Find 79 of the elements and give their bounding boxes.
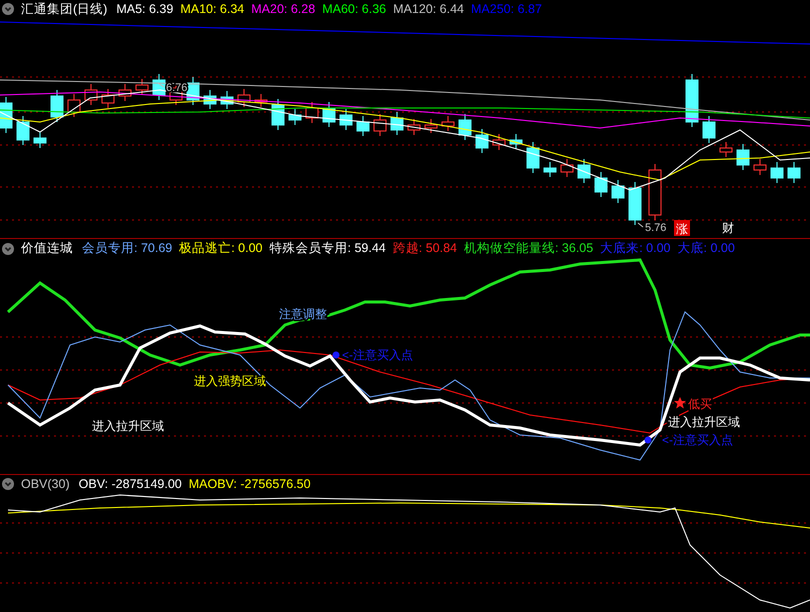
legend-value: OBV: -2875149.00: [78, 476, 182, 490]
price-label: 5.76: [645, 222, 666, 234]
leader-line: [638, 222, 644, 228]
dropdown-icon[interactable]: [2, 478, 14, 490]
buy-point-icon: [332, 352, 340, 358]
candlestick: [612, 180, 624, 204]
candlestick: [356, 116, 370, 136]
candlestick: [16, 116, 30, 146]
signal-label: 进入强势区域: [194, 374, 266, 388]
signal-label: <-注意买入点: [342, 348, 414, 362]
legend-value: MAOBV: -2756576.50: [188, 476, 311, 490]
candlestick: [50, 90, 64, 122]
legend-value: 大底来: 0.00: [600, 240, 670, 257]
star-icon: [674, 397, 686, 408]
candlestick: [118, 84, 132, 102]
indicator-title: 汇通集团(日线): [21, 0, 108, 18]
candlestick: [254, 94, 268, 108]
candlestick: [152, 74, 166, 100]
legend-value: MA20: 6.28: [251, 2, 316, 16]
candlestick: [136, 78, 148, 96]
candlestick: [68, 94, 80, 118]
candlestick: [628, 182, 642, 226]
candlestick: [736, 144, 750, 170]
signal-label: <-注意买入点: [662, 433, 734, 447]
candlestick: [0, 96, 12, 134]
candlestick: [458, 114, 472, 140]
signal-label: 财: [722, 221, 734, 235]
candlestick: [374, 114, 386, 136]
candlestick: [578, 158, 590, 184]
dropdown-icon[interactable]: [2, 242, 14, 254]
legend-value: 跨越: 50.84: [392, 240, 457, 257]
candlestick: [544, 162, 556, 178]
legend-value: MA5: 6.39: [116, 2, 174, 16]
candlestick: [220, 90, 234, 110]
candlestick: [594, 172, 608, 198]
legend-value: 大底: 0.00: [678, 240, 735, 257]
legend-value: 特殊会员专用: 59.44: [270, 240, 386, 257]
legend-value: 极品逃亡: 0.00: [179, 240, 263, 257]
candlestick: [272, 98, 284, 130]
legend-value: 机构做空能量线: 36.05: [464, 240, 594, 257]
candlestick: [204, 90, 216, 110]
candlestick: [754, 158, 766, 176]
legend-value: MA250: 6.87: [471, 2, 542, 16]
legend-value: MA60: 6.36: [322, 2, 386, 16]
legend-value: 会员专用: 70.69: [82, 240, 172, 257]
candlestick: [238, 88, 250, 108]
candlestick: [686, 74, 698, 128]
indicator-title: 价值连城: [21, 240, 73, 257]
candlestick: [34, 132, 46, 148]
candlestick: [322, 102, 336, 128]
buy-point-icon: [644, 436, 652, 444]
candlestick: [702, 116, 716, 144]
candlestick: [476, 128, 488, 154]
candlestick: [648, 164, 662, 220]
candlestick: [186, 76, 200, 106]
candlestick: [408, 118, 420, 136]
candlestick: [560, 158, 574, 178]
candlestick: [526, 142, 540, 174]
signal-label: 进入拉升区域: [92, 419, 164, 433]
candlestick: [84, 84, 98, 106]
leader-line: [158, 82, 164, 88]
candlestick: [340, 108, 352, 130]
candlestick: [770, 162, 784, 184]
legend-value: MA120: 6.44: [393, 2, 464, 16]
candlestick: [442, 116, 454, 132]
dropdown-icon[interactable]: [2, 3, 14, 15]
legend-value: MA10: 6.34: [180, 2, 244, 16]
candlestick: [424, 118, 438, 134]
candlestick: [492, 134, 506, 150]
candlestick: [288, 108, 302, 126]
signal-label: 进入拉升区域: [668, 415, 740, 429]
indicator-title: OBV(30): [21, 476, 70, 490]
candlestick: [390, 112, 404, 136]
candlestick: [788, 162, 800, 184]
candlestick: [720, 142, 732, 158]
candlestick: [510, 134, 522, 150]
candlestick: [306, 102, 318, 124]
candlestick: [102, 88, 114, 108]
signal-badge: 涨: [674, 220, 690, 236]
